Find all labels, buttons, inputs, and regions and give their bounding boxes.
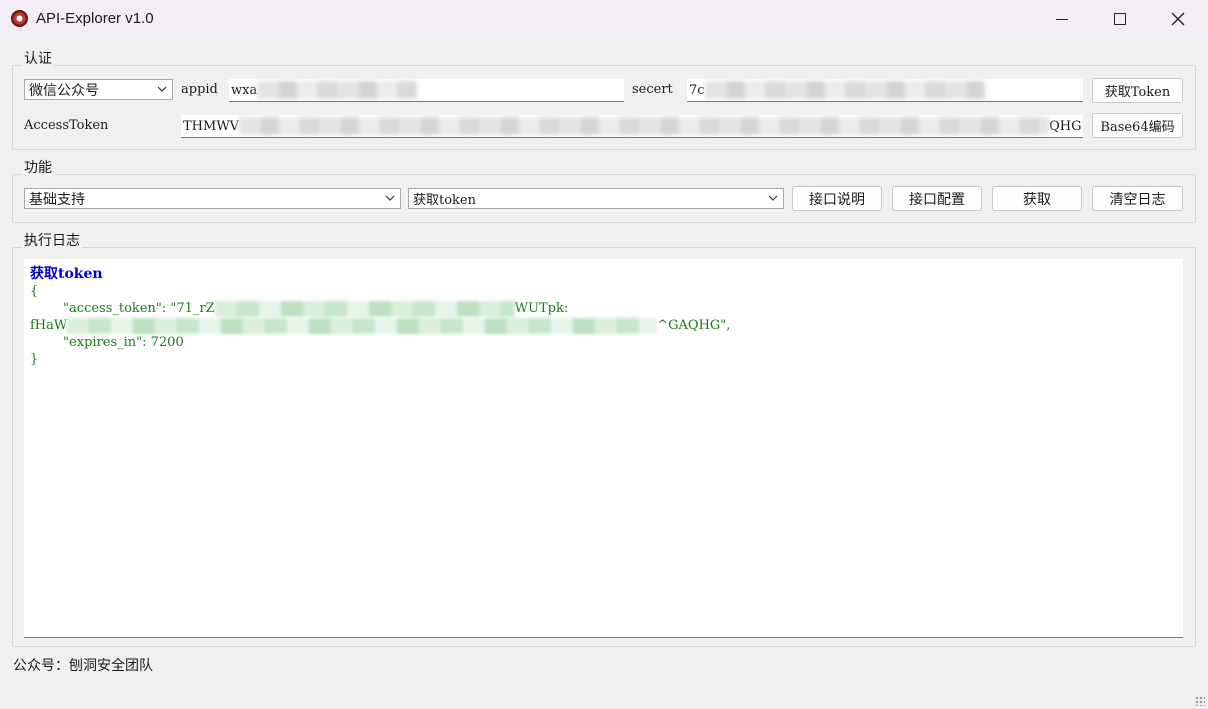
resize-grip-icon[interactable] <box>1195 696 1205 706</box>
minimize-icon <box>1056 18 1068 20</box>
api-select-value: 获取token <box>413 193 476 208</box>
json-close-brace: } <box>30 352 39 367</box>
window-title: API-Explorer v1.0 <box>36 10 154 27</box>
secret-value: 7c <box>689 82 705 98</box>
category-select[interactable]: 基础支持 <box>24 188 401 209</box>
chevron-down-icon <box>385 195 395 201</box>
maximize-icon <box>1114 13 1126 25</box>
chevron-down-icon <box>768 195 778 201</box>
appid-value: wxa <box>231 82 258 98</box>
log-json: { "access_token": "71_rZ WUTpk: fHaW ^GAQH… <box>30 283 1177 368</box>
auth-group-label: 认证 <box>22 48 54 68</box>
maximize-button[interactable] <box>1091 0 1149 38</box>
api-select[interactable]: 获取token <box>408 188 784 209</box>
redacted-block <box>239 117 1050 135</box>
function-group-label: 功能 <box>22 157 54 177</box>
fetch-button[interactable]: 获取 <box>992 186 1082 211</box>
secret-label: secert <box>632 82 673 97</box>
appid-label: appid <box>181 82 218 97</box>
base64-encode-button[interactable]: Base64编码 <box>1092 113 1183 138</box>
clear-log-button[interactable]: 清空日志 <box>1092 186 1183 211</box>
json-line-access-token: "access_token": "71_rZ <box>30 301 215 316</box>
redacted-block <box>214 300 515 317</box>
access-token-suffix: QHG <box>1049 118 1082 134</box>
close-button[interactable] <box>1149 0 1207 38</box>
redacted-block <box>67 317 658 334</box>
api-doc-button[interactable]: 接口说明 <box>792 186 882 211</box>
access-token-label: AccessToken <box>24 118 109 133</box>
json-line-token-end: ^GAQHG", <box>657 318 731 333</box>
access-token-prefix: THMWV <box>183 118 240 134</box>
json-line-token-cont: fHaW <box>30 318 68 333</box>
secret-input[interactable]: 7c <box>687 79 1083 102</box>
access-token-input[interactable]: THMWV QHG <box>181 115 1083 138</box>
category-select-value: 基础支持 <box>29 191 85 208</box>
json-line-expires: "expires_in": 7200 <box>30 335 184 350</box>
get-token-button[interactable]: 获取Token <box>1092 78 1183 103</box>
appid-input[interactable]: wxa <box>229 79 624 102</box>
chevron-down-icon <box>157 86 167 92</box>
redacted-block <box>704 81 985 99</box>
close-icon <box>1171 12 1185 26</box>
title-bar: API-Explorer v1.0 <box>0 0 1208 38</box>
minimize-button[interactable] <box>1033 0 1091 38</box>
platform-select[interactable]: 微信公众号 <box>24 79 173 100</box>
log-entry-title: 获取token <box>30 266 103 282</box>
log-group-label: 执行日志 <box>22 230 82 250</box>
log-output[interactable]: 获取token { "access_token": "71_rZ WUTpk: f… <box>24 259 1183 638</box>
app-gear-icon <box>11 10 28 27</box>
api-config-button[interactable]: 接口配置 <box>892 186 982 211</box>
status-text: 公众号：刨洞安全团队 <box>13 658 153 674</box>
redacted-block <box>257 81 418 99</box>
json-open-brace: { <box>30 284 39 299</box>
json-line-access-token-tail: WUTpk: <box>514 301 569 316</box>
platform-select-value: 微信公众号 <box>29 82 99 99</box>
